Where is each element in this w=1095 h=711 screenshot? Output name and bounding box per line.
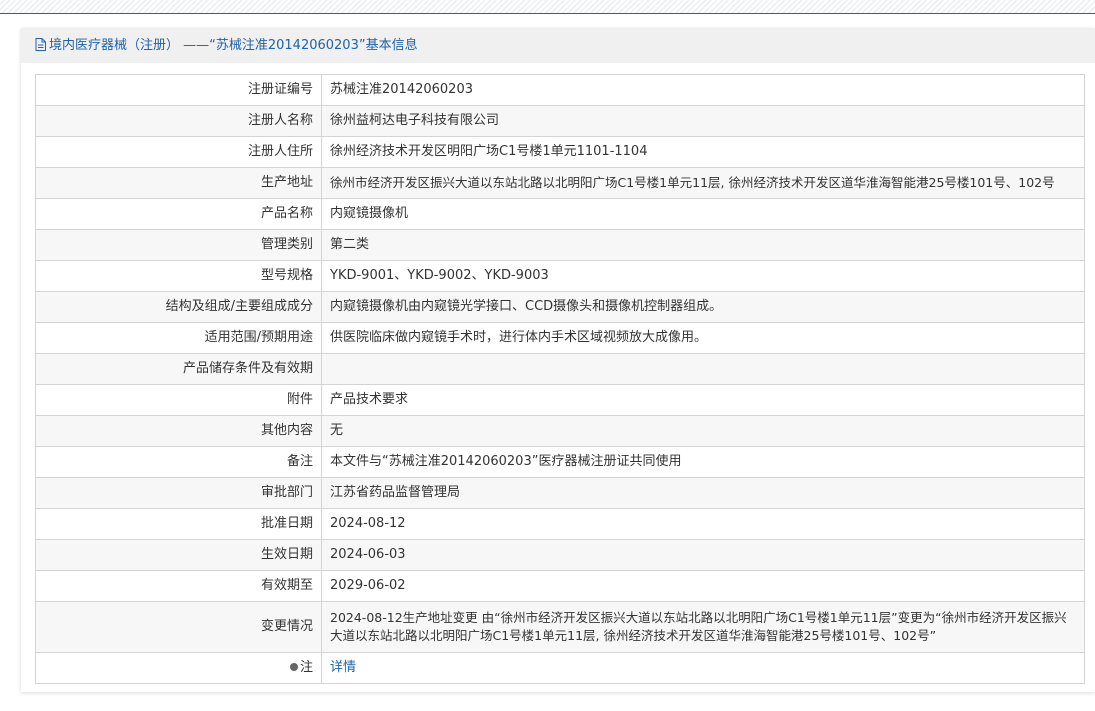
field-value: 徐州市经济开发区振兴大道以东站北路以北明阳广场C1号楼1单元11层, 徐州经济技…: [321, 167, 1085, 199]
table-row: 产品储存条件及有效期: [35, 353, 1085, 385]
top-decorative-stripe: [0, 0, 1095, 14]
table-row: 变更情况 2024-08-12生产地址变更 由“徐州市经济开发区振兴大道以东站北…: [35, 601, 1085, 653]
panel-header: 境内医疗器械（注册） ——“苏械注准20142060203”基本信息: [21, 28, 1095, 63]
info-panel: 境内医疗器械（注册） ——“苏械注准20142060203”基本信息 注册证编号…: [21, 28, 1095, 692]
table-row: 注册人名称 徐州益柯达电子科技有限公司: [35, 105, 1085, 137]
field-label: 管理类别: [35, 229, 322, 261]
field-label: 有效期至: [35, 570, 322, 602]
field-value: 产品技术要求: [321, 384, 1085, 416]
field-label: 注册人住所: [35, 136, 322, 168]
field-value: 2024-08-12: [321, 508, 1085, 540]
field-value: 本文件与“苏械注准20142060203”医疗器械注册证共同使用: [321, 446, 1085, 478]
table-row: 适用范围/预期用途 供医院临床做内窥镜手术时，进行体内手术区域视频放大成像用。: [35, 322, 1085, 354]
field-label: 变更情况: [35, 601, 322, 653]
table-row: 生效日期 2024-06-03: [35, 539, 1085, 571]
field-label: 备注: [35, 446, 322, 478]
field-value: 内窥镜摄像机由内窥镜光学接口、CCD摄像头和摄像机控制器组成。: [321, 291, 1085, 323]
field-value: YKD-9001、YKD-9002、YKD-9003: [321, 260, 1085, 292]
field-value: 2024-08-12生产地址变更 由“徐州市经济开发区振兴大道以东站北路以北明阳…: [321, 601, 1085, 653]
detail-table: 注册证编号 苏械注准20142060203 注册人名称 徐州益柯达电子科技有限公…: [35, 74, 1085, 684]
table-row: 有效期至 2029-06-02: [35, 570, 1085, 602]
table-row: 批准日期 2024-08-12: [35, 508, 1085, 540]
field-value: 徐州益柯达电子科技有限公司: [321, 105, 1085, 137]
table-row: 审批部门 江苏省药品监督管理局: [35, 477, 1085, 509]
field-value: 江苏省药品监督管理局: [321, 477, 1085, 509]
field-label: 生产地址: [35, 167, 322, 199]
field-label: 批准日期: [35, 508, 322, 540]
field-value: 徐州经济技术开发区明阳广场C1号楼1单元1101-1104: [321, 136, 1085, 168]
document-icon: [35, 38, 46, 51]
table-row: 管理类别 第二类: [35, 229, 1085, 261]
lightbulb-icon: [289, 663, 298, 671]
table-row: 注 详情: [35, 652, 1085, 684]
field-label: 产品名称: [35, 198, 322, 230]
field-label: 结构及组成/主要组成成分: [35, 291, 322, 323]
table-row: 型号规格 YKD-9001、YKD-9002、YKD-9003: [35, 260, 1085, 292]
table-row: 生产地址 徐州市经济开发区振兴大道以东站北路以北明阳广场C1号楼1单元11层, …: [35, 167, 1085, 199]
note-label-cell: 注: [35, 652, 322, 684]
page-title: 境内医疗器械（注册） ——“苏械注准20142060203”基本信息: [49, 38, 418, 53]
field-label: 注册人名称: [35, 105, 322, 137]
table-row: 附件 产品技术要求: [35, 384, 1085, 416]
field-label: 审批部门: [35, 477, 322, 509]
field-label: 其他内容: [35, 415, 322, 447]
field-label: 注册证编号: [35, 74, 322, 106]
field-value: [321, 353, 1085, 385]
table-row: 结构及组成/主要组成成分 内窥镜摄像机由内窥镜光学接口、CCD摄像头和摄像机控制…: [35, 291, 1085, 323]
field-value: 2029-06-02: [321, 570, 1085, 602]
table-row: 产品名称 内窥镜摄像机: [35, 198, 1085, 230]
table-row: 注册证编号 苏械注准20142060203: [35, 74, 1085, 106]
field-value-cell: 详情: [321, 652, 1085, 684]
field-label: 适用范围/预期用途: [35, 322, 322, 354]
table-row: 注册人住所 徐州经济技术开发区明阳广场C1号楼1单元1101-1104: [35, 136, 1085, 168]
field-label: 产品储存条件及有效期: [35, 353, 322, 385]
field-value: 供医院临床做内窥镜手术时，进行体内手术区域视频放大成像用。: [321, 322, 1085, 354]
field-value: 苏械注准20142060203: [321, 74, 1085, 106]
details-link[interactable]: 详情: [330, 660, 356, 675]
field-label: 生效日期: [35, 539, 322, 571]
field-label: 注: [299, 660, 313, 675]
field-label: 附件: [35, 384, 322, 416]
field-label: 型号规格: [35, 260, 322, 292]
table-row: 其他内容 无: [35, 415, 1085, 447]
field-value: 2024-06-03: [321, 539, 1085, 571]
field-value: 第二类: [321, 229, 1085, 261]
table-row: 备注 本文件与“苏械注准20142060203”医疗器械注册证共同使用: [35, 446, 1085, 478]
field-value: 无: [321, 415, 1085, 447]
field-value: 内窥镜摄像机: [321, 198, 1085, 230]
